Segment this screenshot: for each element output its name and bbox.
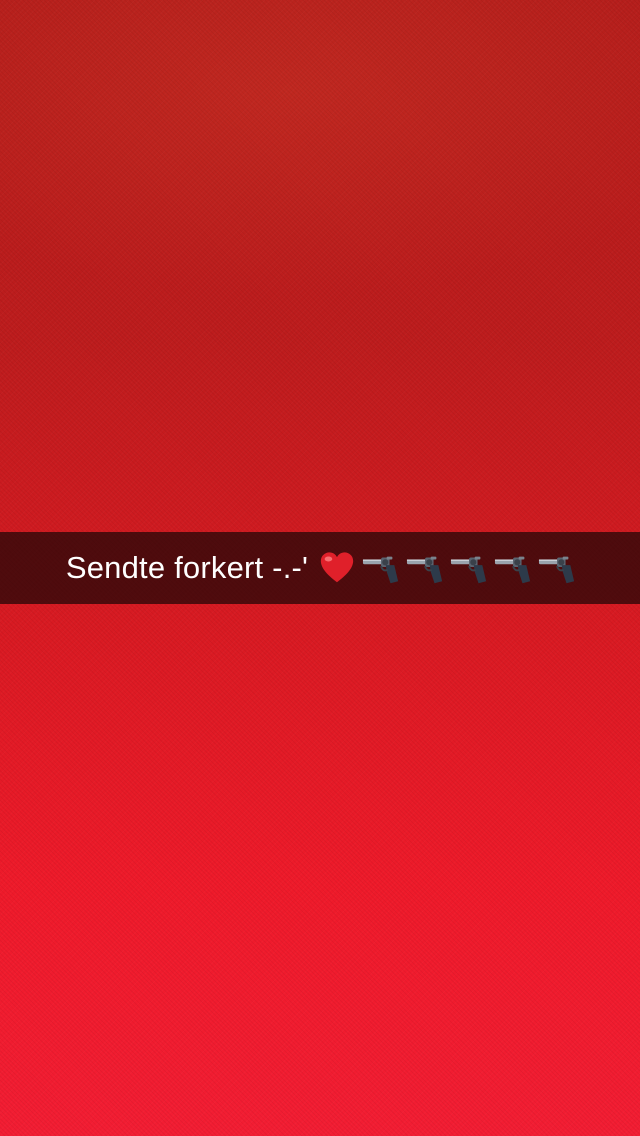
pistol-icon — [362, 549, 400, 587]
red-heart-icon — [318, 549, 356, 587]
caption-text: Sendte forkert -.-' — [65, 550, 309, 585]
pistol-icon — [406, 549, 444, 587]
pistol-icon — [538, 549, 576, 587]
pistol-icon — [450, 549, 488, 587]
caption-emojis — [318, 549, 576, 587]
pistol-icon — [494, 549, 532, 587]
caption-content: Sendte forkert -.-' — [64, 549, 576, 587]
caption-bar[interactable]: Sendte forkert -.-' — [0, 532, 640, 604]
